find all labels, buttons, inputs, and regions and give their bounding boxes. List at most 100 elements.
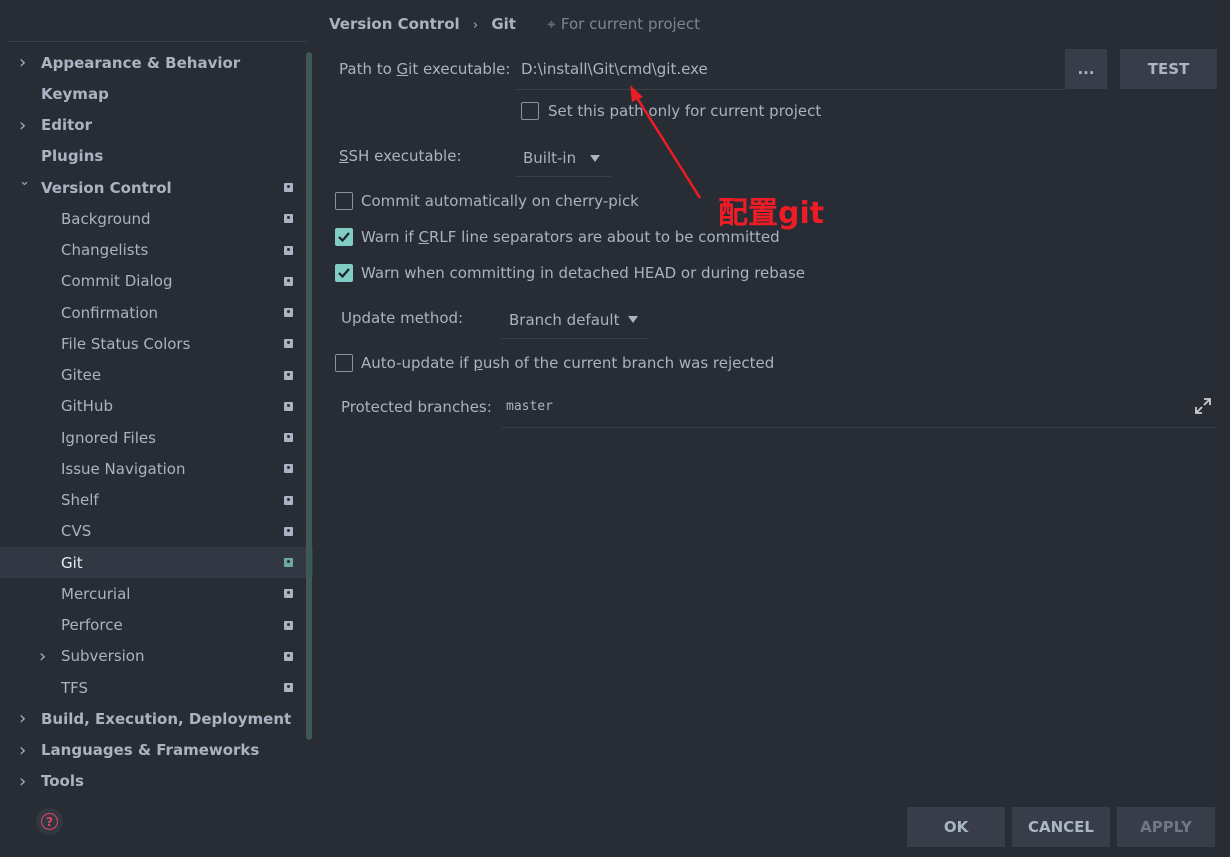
update-method-label: Update method: — [341, 309, 464, 327]
sidebar-item-tools[interactable]: › Tools — [0, 766, 313, 787]
breadcrumb-separator: › — [472, 18, 479, 33]
chevron-right-icon[interactable]: › — [19, 708, 26, 729]
sidebar-item-tfs[interactable]: TFS — [0, 672, 313, 703]
project-scope-icon: ⌖ — [547, 15, 556, 33]
chevron-right-icon[interactable]: › — [19, 771, 26, 787]
protected-branches-input[interactable]: master — [502, 390, 1216, 428]
sidebar-item-plugins[interactable]: Plugins — [0, 141, 313, 172]
crlf-label: Warn if CRLF line separators are about t… — [361, 228, 780, 246]
breadcrumb-parent[interactable]: Version Control — [329, 15, 460, 33]
check-icon — [338, 268, 350, 279]
annotation-arrow — [630, 85, 702, 199]
sidebar-item-label: Confirmation — [61, 303, 159, 322]
sidebar-item-github[interactable]: GitHub — [0, 391, 313, 422]
check-icon — [338, 232, 350, 243]
cherry-pick-label: Commit automatically on cherry-pick — [361, 192, 639, 210]
update-method-dropdown[interactable]: Branch default — [502, 301, 649, 339]
sidebar-item-label: Git — [61, 553, 83, 572]
sidebar-item-confirmation[interactable]: Confirmation — [0, 297, 313, 328]
chevron-down-icon[interactable]: ⌄ — [19, 174, 30, 189]
sidebar-item-label: Editor — [41, 116, 92, 135]
sidebar-item-label: GitHub — [61, 397, 113, 416]
project-level-icon — [284, 308, 293, 318]
project-level-icon — [284, 370, 293, 380]
sidebar-item-file-status-colors[interactable]: File Status Colors — [0, 328, 313, 359]
sidebar-item-appearance-behavior[interactable]: › Appearance & Behavior — [0, 47, 313, 78]
sidebar-item-label: Background — [61, 209, 151, 228]
sidebar-item-gitee[interactable]: Gitee — [0, 360, 313, 391]
sidebar-item-perforce[interactable]: Perforce — [0, 610, 313, 641]
sidebar-item-changelists[interactable]: Changelists — [0, 235, 313, 266]
sidebar-item-shelf[interactable]: Shelf — [0, 485, 313, 516]
apply-button[interactable]: APPLY — [1117, 807, 1215, 847]
sidebar-item-subversion[interactable]: › Subversion — [0, 641, 313, 672]
update-method-value: Branch default — [509, 310, 620, 329]
auto-update-label: Auto-update if push of the current branc… — [361, 354, 775, 372]
sidebar-divider — [8, 41, 307, 42]
crlf-checkbox[interactable] — [335, 228, 353, 246]
detached-checkbox[interactable] — [335, 264, 353, 282]
project-level-icon — [284, 339, 293, 349]
ok-button[interactable]: OK — [907, 807, 1005, 847]
sidebar-item-label: Version Control — [41, 178, 172, 197]
project-level-icon — [284, 526, 293, 536]
sidebar-item-git[interactable]: Git — [0, 547, 313, 579]
chevron-right-icon[interactable]: › — [39, 646, 46, 667]
chevron-right-icon[interactable]: › — [19, 115, 26, 136]
sidebar-item-keymap[interactable]: Keymap — [0, 78, 313, 109]
project-level-icon — [284, 464, 293, 474]
help-button[interactable]: ? — [36, 808, 63, 835]
sidebar-item-label: Mercurial — [61, 584, 131, 603]
annotation-text: 配置git — [718, 196, 825, 231]
sidebar-item-label: Keymap — [41, 84, 109, 103]
sidebar-item-ignored-files[interactable]: Ignored Files — [0, 422, 313, 453]
sidebar-item-languages-frameworks[interactable]: › Languages & Frameworks — [0, 735, 313, 766]
protected-branches-label: Protected branches: — [341, 398, 492, 416]
ssh-dropdown[interactable]: Built-in — [516, 140, 611, 177]
cherry-pick-checkbox[interactable] — [335, 192, 353, 210]
project-level-icon — [284, 276, 293, 286]
sidebar-item-label: TFS — [61, 678, 89, 697]
sidebar-item-version-control[interactable]: ⌄ Version Control — [0, 172, 313, 203]
project-level-icon — [284, 214, 293, 224]
sidebar-item-issue-navigation[interactable]: Issue Navigation — [0, 453, 313, 484]
sidebar-item-label: Ignored Files — [61, 428, 156, 447]
breadcrumb: Version Control › Git ⌖ For current proj… — [329, 15, 700, 33]
project-level-icon — [284, 245, 293, 255]
sidebar-item-mercurial[interactable]: Mercurial — [0, 578, 313, 609]
auto-update-checkbox[interactable] — [335, 354, 353, 372]
sidebar-item-editor[interactable]: › Editor — [0, 110, 313, 141]
sidebar-item-label: Perforce — [61, 616, 123, 635]
sidebar-item-cvs[interactable]: CVS — [0, 516, 313, 547]
sidebar-item-background[interactable]: Background — [0, 203, 313, 234]
sidebar-item-label: Build, Execution, Deployment — [41, 709, 292, 728]
sidebar-item-commit-dialog[interactable]: Commit Dialog — [0, 266, 313, 297]
browse-button[interactable]: ... — [1065, 49, 1107, 89]
set-path-checkbox[interactable] — [521, 102, 539, 120]
chevron-right-icon[interactable]: › — [19, 52, 26, 73]
ssh-label: SSH executable: — [339, 147, 462, 165]
cancel-button[interactable]: CANCEL — [1012, 807, 1110, 847]
chevron-right-icon[interactable]: › — [19, 740, 26, 761]
project-level-icon — [284, 558, 293, 568]
test-button[interactable]: TEST — [1120, 49, 1217, 89]
project-level-icon — [284, 651, 293, 661]
sidebar-item-label: Issue Navigation — [61, 459, 186, 478]
sidebar-scrollbar[interactable] — [306, 52, 312, 740]
project-level-icon — [284, 620, 293, 630]
ssh-value: Built-in — [523, 149, 577, 167]
sidebar-item-build-execution-deployment[interactable]: › Build, Execution, Deployment — [0, 703, 313, 734]
chevron-down-icon — [628, 316, 638, 323]
project-level-icon — [284, 433, 293, 443]
project-level-icon — [284, 183, 293, 193]
sidebar-item-label: Commit Dialog — [61, 272, 173, 291]
project-level-icon — [284, 589, 293, 599]
expand-icon[interactable] — [1194, 397, 1212, 415]
git-path-input[interactable]: D:\install\Git\cmd\git.exe — [516, 49, 1065, 90]
protected-branches-value: master — [506, 399, 553, 414]
sidebar-item-label: Shelf — [61, 491, 99, 510]
sidebar-item-label: CVS — [61, 522, 92, 541]
sidebar-item-label: Changelists — [61, 241, 149, 260]
project-level-icon — [284, 401, 293, 411]
help-icon: ? — [41, 813, 58, 830]
